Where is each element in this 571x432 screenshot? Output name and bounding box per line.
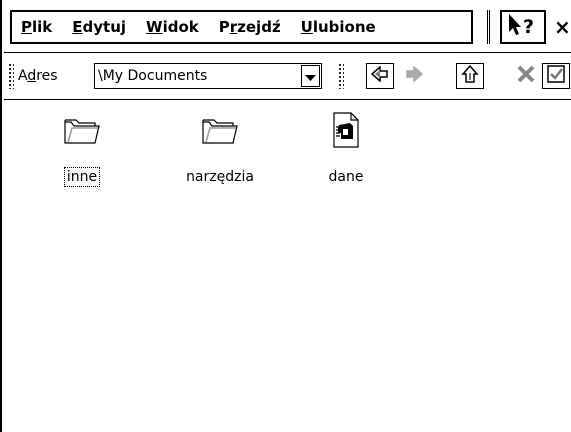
back-icon — [370, 65, 389, 86]
address-bar: Adres \My Documents — [4, 53, 571, 100]
toolbar-grip-2[interactable] — [338, 63, 344, 89]
address-dropdown-button[interactable] — [301, 65, 320, 87]
menu-item-widok-mnemonic: W — [146, 18, 163, 36]
menu-item-przejdz-label: zejdź — [237, 18, 281, 36]
file-name: inne — [63, 167, 101, 187]
help-cursor-icon: ? — [506, 12, 540, 42]
close-button[interactable]: × — [554, 10, 571, 44]
menu-item-ulubione-mnemonic: U — [300, 18, 313, 36]
menu-item-widok-label: idok — [162, 18, 199, 36]
toolbar-grip[interactable] — [8, 63, 14, 89]
menu-item-plik-label: lik — [32, 18, 53, 36]
address-label-prefix: A — [18, 68, 28, 84]
file-list: inne narzędzia dane — [4, 100, 571, 432]
up-folder-icon — [460, 64, 480, 88]
menu-item-plik-mnemonic: P — [21, 18, 32, 36]
delete-icon — [516, 64, 536, 88]
menu-item-widok[interactable]: Widok — [136, 12, 209, 42]
menu-item-przejdz-prefix: P — [218, 18, 230, 36]
folder-icon — [62, 110, 102, 150]
menu-list: Plik Edytuj Widok Przejdź Ulubione — [10, 10, 473, 44]
address-label-mnemonic: d — [27, 68, 37, 84]
delete-button[interactable] — [512, 63, 540, 89]
file-item-narzedzia[interactable]: narzędzia — [170, 110, 270, 186]
menu-item-ulubione[interactable]: Ulubione — [291, 12, 386, 42]
up-folder-button[interactable] — [456, 63, 484, 89]
menu-item-edytuj-mnemonic: E — [72, 18, 83, 36]
address-label: Adres — [18, 67, 58, 85]
menu-item-edytuj-label: dytuj — [82, 18, 127, 36]
svg-text:?: ? — [523, 16, 534, 38]
file-item-dane[interactable]: dane — [296, 110, 396, 186]
forward-icon — [405, 65, 424, 86]
file-name: narzędzia — [186, 169, 254, 185]
menu-separator — [487, 10, 490, 44]
menu-bar: Plik Edytuj Widok Przejdź Ulubione ? × — [4, 0, 571, 53]
address-value: \My Documents — [98, 68, 208, 84]
document-icon — [326, 110, 366, 150]
close-icon: × — [554, 15, 571, 39]
properties-button[interactable] — [542, 63, 570, 89]
address-label-suffix: res — [36, 68, 58, 84]
help-button[interactable]: ? — [500, 10, 546, 44]
back-button[interactable] — [366, 63, 394, 89]
forward-button[interactable] — [400, 63, 428, 89]
menu-item-przejdz[interactable]: Przejdź — [209, 12, 291, 42]
properties-icon — [546, 64, 566, 88]
file-name: dane — [328, 169, 364, 185]
file-item-inne[interactable]: inne — [32, 110, 132, 187]
address-input[interactable]: \My Documents — [94, 63, 322, 89]
menu-item-ulubione-label: lubione — [312, 18, 376, 36]
menu-item-edytuj[interactable]: Edytuj — [62, 12, 136, 42]
folder-icon — [200, 110, 240, 150]
menu-item-plik[interactable]: Plik — [12, 12, 62, 42]
explorer-window: Plik Edytuj Widok Przejdź Ulubione ? × A… — [0, 0, 571, 432]
chevron-down-icon — [305, 67, 316, 86]
